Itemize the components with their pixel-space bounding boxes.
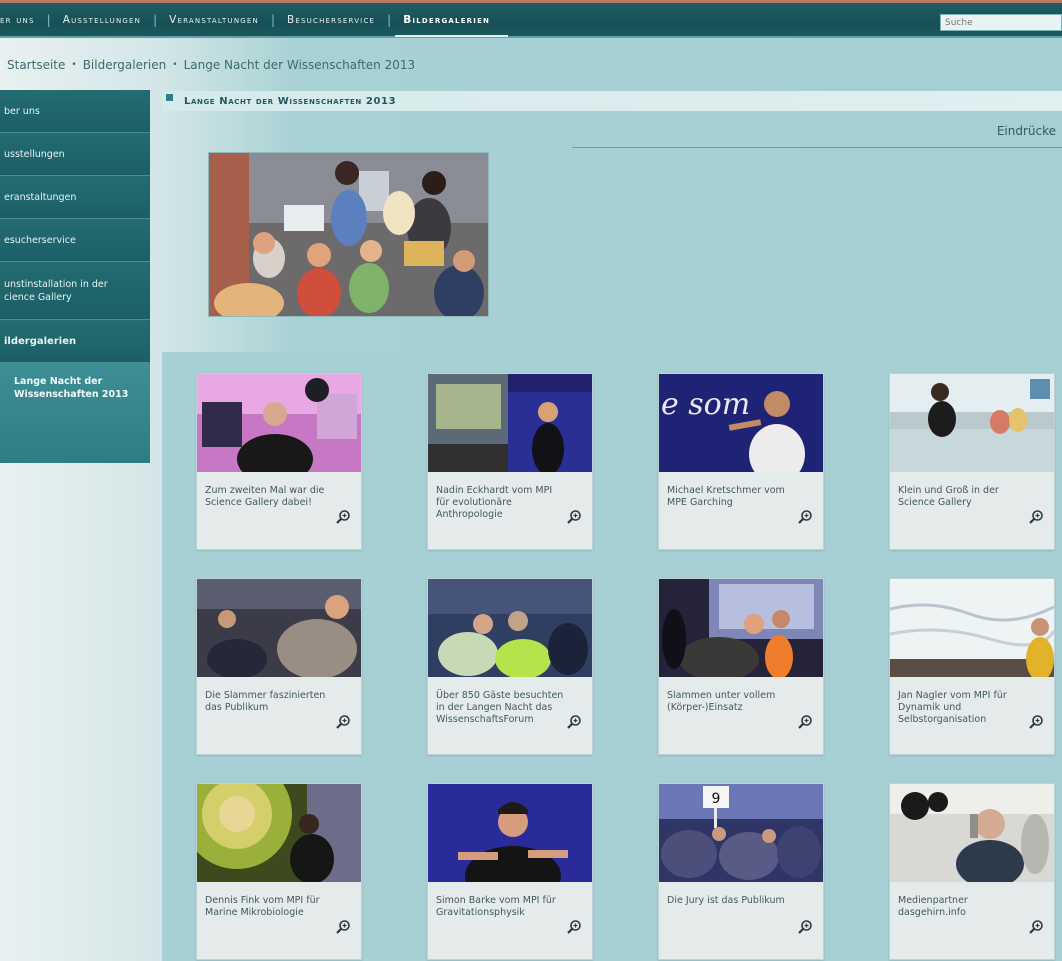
gallery-card[interactable]: Simon Barke vom MPI für Gravitationsphys… [427,783,593,960]
magnifier-plus-icon[interactable] [566,714,582,730]
card-caption: Simon Barke vom MPI für Gravitationsphys… [436,895,556,918]
magnifier-plus-icon[interactable] [566,919,582,935]
nav-besucherservice[interactable]: Besucherservice [275,14,387,26]
search-input[interactable] [940,14,1062,31]
breadcrumb-current: Lange Nacht der Wissenschaften 2013 [183,58,416,72]
gallery-card[interactable]: Jan Nagler vom MPI für Dynamik und Selbs… [889,578,1055,755]
card-caption: Klein und Groß in der Science Gallery [898,485,999,508]
magnifier-plus-icon[interactable] [1028,919,1044,935]
card-caption: Medienpartner dasgehirn.info [898,895,968,918]
gallery-card[interactable]: Nadin Eckhardt vom MPI für evolutionäre … [427,373,593,550]
gallery-card[interactable]: Zum zweiten Mal war die Science Gallery … [196,373,362,550]
nav-ueber-uns[interactable]: ber uns [0,14,47,26]
card-caption: Die Jury ist das Publikum [667,895,785,906]
card-caption: Über 850 Gäste besuchten in der Langen N… [436,690,564,725]
card-caption: Nadin Eckhardt vom MPI für evolutionäre … [436,485,553,520]
breadcrumb-separator: • [172,60,178,70]
gallery-thumbnail [890,784,1054,882]
card-caption: Dennis Fink vom MPI für Marine Mikrobiol… [205,895,320,918]
square-bullet-icon [166,94,173,101]
nav-ausstellungen[interactable]: Ausstellungen [51,14,153,26]
gallery-thumbnail [197,374,361,472]
card-caption: Die Slammer faszinierten das Publikum [205,690,326,713]
gallery-thumbnail: e som [659,374,823,472]
magnifier-plus-icon[interactable] [335,509,351,525]
gallery-thumbnail [428,579,592,677]
gallery-thumbnail [197,579,361,677]
breadcrumb-startseite[interactable]: Startseite [7,58,65,72]
gallery-card[interactable]: Klein und Groß in der Science Gallery [889,373,1055,550]
gallery-thumbnail [890,374,1054,472]
gallery-card[interactable]: Die Slammer faszinierten das Publikum [196,578,362,755]
section-divider [572,147,1062,148]
magnifier-plus-icon[interactable] [566,509,582,525]
sidebar-item-kunstinstallation[interactable]: unstinstallation in der cience Gallery [0,262,150,320]
gallery-thumbnail [659,579,823,677]
magnifier-plus-icon[interactable] [797,919,813,935]
thumb-slogan-text: e som [661,387,750,422]
magnifier-plus-icon[interactable] [335,919,351,935]
gallery-card[interactable]: 9 Die Jury ist das Publikum [658,783,824,960]
breadcrumb-bildergalerien[interactable]: Bildergalerien [83,58,167,72]
card-caption: Slammen unter vollem (Körper-)Einsatz [667,690,776,713]
gallery-thumbnail: 9 [659,784,823,882]
thumb-scorecard-number: 9 [712,791,721,807]
magnifier-plus-icon[interactable] [797,714,813,730]
sidebar-item-ueber-uns[interactable]: ber uns [0,90,150,133]
sidebar-item-besucherservice[interactable]: esucherservice [0,219,150,262]
hero-photo[interactable] [208,152,489,317]
breadcrumb: Startseite • Bildergalerien • Lange Nach… [7,58,415,72]
card-caption: Michael Kretschmer vom MPE Garching [667,485,785,508]
sidebar-item-ausstellungen[interactable]: usstellungen [0,133,150,176]
nav-bildergalerien[interactable]: Bildergalerien [391,14,508,37]
breadcrumb-separator: • [71,60,77,70]
gallery-thumbnail [197,784,361,882]
sidebar-item-veranstaltungen[interactable]: eranstaltungen [0,176,150,219]
gallery-card[interactable]: Dennis Fink vom MPI für Marine Mikrobiol… [196,783,362,960]
section-label: Eindrücke [996,124,1056,138]
nav-veranstaltungen[interactable]: Veranstaltungen [157,14,271,26]
magnifier-plus-icon[interactable] [335,714,351,730]
gallery-thumbnail [890,579,1054,677]
card-caption: Zum zweiten Mal war die Science Gallery … [205,485,325,508]
sidebar: ber uns usstellungen eranstaltungen esuc… [0,90,150,463]
gallery-thumbnail [428,374,592,472]
gallery-card[interactable]: Medienpartner dasgehirn.info [889,783,1055,960]
gallery-thumbnail [428,784,592,882]
page-title: Lange Nacht der Wissenschaften 2013 [184,95,397,107]
sidebar-subitem-lange-nacht[interactable]: Lange Nacht der Wissenschaften 2013 [0,363,150,463]
sidebar-item-bildergalerien[interactable]: ildergalerien [0,320,150,363]
magnifier-plus-icon[interactable] [1028,509,1044,525]
magnifier-plus-icon[interactable] [1028,714,1044,730]
gallery-card[interactable]: Über 850 Gäste besuchten in der Langen N… [427,578,593,755]
magnifier-plus-icon[interactable] [797,509,813,525]
card-caption: Jan Nagler vom MPI für Dynamik und Selbs… [898,690,1007,725]
gallery-card[interactable]: e som Michael Kretschmer vom MPE Garchin… [658,373,824,550]
gallery-card[interactable]: Slammen unter vollem (Körper-)Einsatz [658,578,824,755]
top-navigation: ber uns | Ausstellungen | Veranstaltunge… [0,0,1062,38]
content-title-bar: Lange Nacht der Wissenschaften 2013 [162,91,1062,111]
